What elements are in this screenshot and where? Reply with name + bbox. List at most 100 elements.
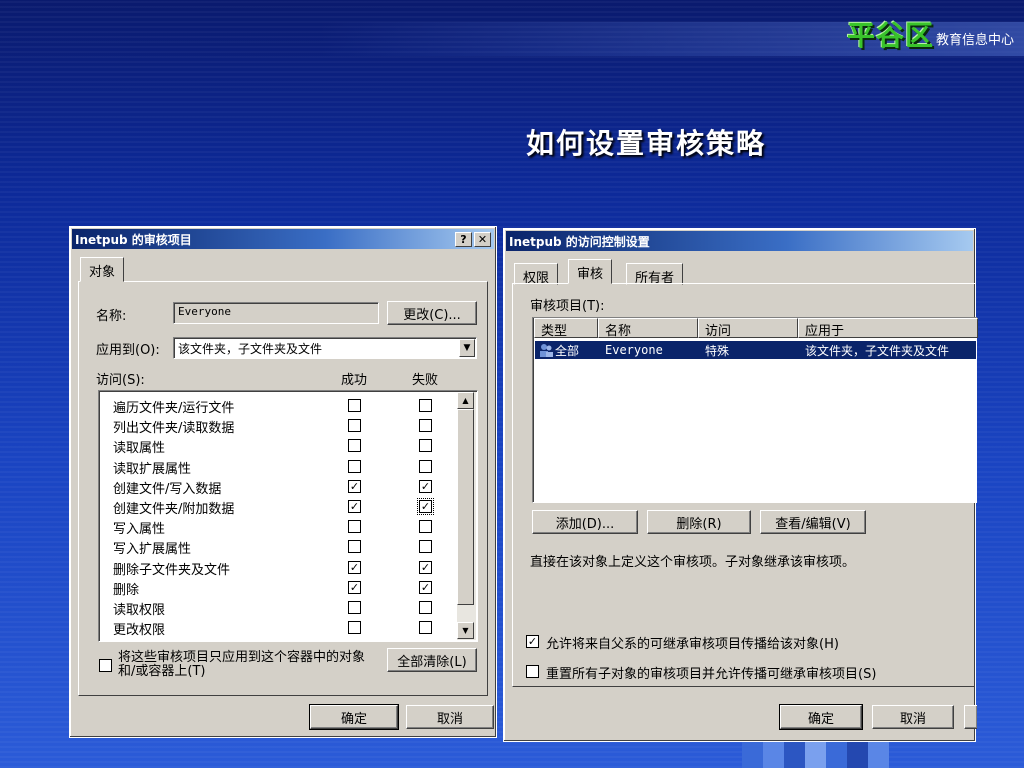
chevron-down-icon[interactable]: ▼ bbox=[459, 339, 475, 357]
audit-entry-dialog: Inetpub 的审核项目 ? ✕ 对象 名称: Everyone 更改(C).… bbox=[69, 226, 497, 738]
add-button[interactable]: 添加(D)... bbox=[532, 510, 638, 534]
success-checkbox[interactable] bbox=[348, 439, 361, 453]
column-type[interactable]: 类型 bbox=[534, 318, 598, 339]
cancel-button[interactable]: 取消 bbox=[406, 705, 494, 729]
logo: 平谷区 教育信息中心 bbox=[847, 14, 1014, 54]
slide-title: 如何设置审核策略 bbox=[526, 127, 767, 160]
failure-checkbox[interactable] bbox=[419, 540, 432, 554]
permission-name: 读取扩展属性 bbox=[113, 461, 192, 477]
apply-to-value: 该文件夹，子文件夹及文件 bbox=[178, 342, 323, 356]
permission-row: 读取扩展属性 bbox=[99, 456, 477, 477]
permission-name: 列出文件夹/读取数据 bbox=[113, 421, 235, 437]
row-access: 特殊 bbox=[705, 344, 730, 358]
permission-name: 读取权限 bbox=[113, 603, 166, 618]
permission-row: 读取权限 bbox=[99, 597, 477, 618]
permission-row: 删除子文件夹及文件 ✓ ✓ bbox=[99, 557, 477, 578]
tab-owner[interactable]: 所有者 bbox=[626, 263, 684, 286]
failure-checkbox[interactable] bbox=[419, 399, 432, 412]
permission-row: 写入属性 bbox=[99, 516, 477, 538]
help-button[interactable]: ? bbox=[455, 231, 472, 247]
access-control-dialog: Inetpub 的访问控制设置 权限 审核 所有者 审核项目(T): 类型 名称… bbox=[503, 228, 978, 742]
success-checkbox[interactable]: ✓ bbox=[348, 479, 361, 493]
close-button[interactable]: ✕ bbox=[474, 231, 491, 247]
user-group-icon bbox=[538, 342, 554, 358]
ok-button[interactable]: 确定 bbox=[779, 704, 863, 730]
success-checkbox[interactable] bbox=[348, 399, 361, 412]
permissions-list[interactable]: ▲ ▼ 遍历文件夹/运行文件 列出文件夹/读取数据 读取属性 读取扩展属性 创建文件/写… bbox=[98, 390, 478, 642]
logo-main-text: 平谷区 bbox=[846, 19, 934, 52]
failure-checkbox[interactable]: ✓ bbox=[419, 479, 432, 493]
audit-entry-titlebar[interactable]: Inetpub 的审核项目 ? ✕ bbox=[72, 229, 494, 249]
success-checkbox[interactable] bbox=[348, 621, 361, 635]
success-checkbox[interactable] bbox=[348, 601, 361, 614]
failure-checkbox[interactable]: ✓ bbox=[417, 498, 434, 515]
inherit-label[interactable]: 允许将来自父系的可继承审核项目传播给该对象(H) bbox=[546, 633, 839, 652]
tab-auditing[interactable]: 审核 bbox=[568, 259, 613, 284]
failure-checkbox[interactable]: ✓ bbox=[419, 580, 432, 594]
apply-only-checkbox[interactable] bbox=[99, 659, 112, 672]
clear-all-button[interactable]: 全部清除(L) bbox=[387, 648, 477, 672]
row-name: Everyone bbox=[605, 343, 663, 357]
entries-label: 审核项目(T): bbox=[530, 299, 605, 314]
table-row[interactable]: 全部 Everyone 特殊 该文件夹，子文件夹及文件 bbox=[535, 341, 976, 359]
permission-name: 写入扩展属性 bbox=[113, 542, 192, 558]
row-apply-to: 该文件夹，子文件夹及文件 bbox=[805, 344, 950, 358]
permission-name: 读取属性 bbox=[113, 441, 166, 457]
column-name[interactable]: 名称 bbox=[598, 318, 698, 339]
permission-row: 删除 ✓ ✓ bbox=[99, 577, 477, 598]
tab-permissions[interactable]: 权限 bbox=[514, 263, 559, 286]
success-checkbox[interactable] bbox=[348, 419, 361, 433]
failure-column-header: 失败 bbox=[412, 373, 439, 388]
access-control-titlebar[interactable]: Inetpub 的访问控制设置 bbox=[506, 231, 973, 251]
failure-checkbox[interactable] bbox=[419, 419, 432, 433]
success-checkbox[interactable]: ✓ bbox=[348, 560, 361, 574]
permission-name: 更改权限 bbox=[113, 623, 166, 639]
success-checkbox[interactable] bbox=[348, 520, 361, 534]
view-edit-button[interactable]: 查看/编辑(V) bbox=[760, 510, 866, 534]
access-label: 访问(S): bbox=[96, 373, 145, 388]
row-type: 全部 bbox=[555, 344, 580, 358]
permission-row: 列出文件夹/读取数据 bbox=[99, 415, 477, 437]
logo-sub-text: 教育信息中心 bbox=[935, 33, 1014, 48]
reset-checkbox[interactable] bbox=[526, 665, 539, 678]
name-label: 名称: bbox=[96, 309, 127, 324]
failure-checkbox[interactable] bbox=[419, 459, 432, 473]
permission-name: 创建文件/写入数据 bbox=[113, 481, 222, 497]
failure-checkbox[interactable] bbox=[419, 439, 432, 453]
failure-checkbox[interactable] bbox=[419, 621, 432, 635]
apply-to-dropdown[interactable]: 该文件夹，子文件夹及文件 ▼ bbox=[173, 337, 477, 359]
ok-button[interactable]: 确定 bbox=[309, 704, 399, 730]
permission-row: 遍历文件夹/运行文件 bbox=[99, 395, 477, 416]
apply-to-label: 应用到(O): bbox=[96, 343, 160, 358]
failure-checkbox[interactable]: ✓ bbox=[419, 560, 432, 574]
audit-entries-list[interactable]: 类型 名称 访问 应用于 全部 Everyone 特殊 该文件夹，子文件夹及文件 bbox=[532, 317, 978, 503]
column-access[interactable]: 访问 bbox=[698, 318, 798, 339]
success-checkbox[interactable] bbox=[348, 540, 361, 554]
reset-label[interactable]: 重置所有子对象的审核项目并允许传播可继承审核项目(S) bbox=[546, 663, 876, 682]
success-checkbox[interactable]: ✓ bbox=[348, 500, 361, 513]
name-field: Everyone bbox=[173, 302, 379, 324]
failure-checkbox[interactable] bbox=[419, 520, 432, 534]
permission-name: 删除子文件夹及文件 bbox=[113, 562, 231, 578]
success-checkbox[interactable]: ✓ bbox=[348, 580, 361, 594]
permission-name: 写入属性 bbox=[113, 522, 166, 538]
cancel-button[interactable]: 取消 bbox=[872, 705, 954, 729]
column-apply-to[interactable]: 应用于 bbox=[798, 318, 978, 339]
access-control-title: Inetpub 的访问控制设置 bbox=[509, 234, 650, 249]
change-button[interactable]: 更改(C)... bbox=[387, 301, 477, 325]
failure-checkbox[interactable] bbox=[419, 601, 432, 614]
success-checkbox[interactable] bbox=[348, 459, 361, 473]
permission-row: 创建文件/写入数据 ✓ ✓ bbox=[99, 476, 477, 497]
decorative-squares bbox=[742, 742, 892, 768]
success-column-header: 成功 bbox=[341, 373, 368, 388]
inherit-checkbox[interactable]: ✓ bbox=[526, 635, 539, 648]
permission-name: 创建文件夹/附加数据 bbox=[113, 502, 235, 517]
remove-button[interactable]: 删除(R) bbox=[647, 510, 751, 534]
apply-button-partial[interactable] bbox=[964, 705, 977, 729]
permission-row: 写入扩展属性 bbox=[99, 536, 477, 558]
tab-object[interactable]: 对象 bbox=[80, 257, 125, 282]
entry-description: 直接在该对象上定义这个审核项。子对象继承该审核项。 bbox=[530, 555, 856, 570]
apply-only-label[interactable]: 将这些审核项目只应用到这个容器中的对象和/或容器上(T) bbox=[118, 651, 380, 679]
permission-row: 创建文件夹/附加数据 ✓ ✓ bbox=[99, 496, 477, 517]
permission-name: 删除 bbox=[113, 582, 140, 598]
